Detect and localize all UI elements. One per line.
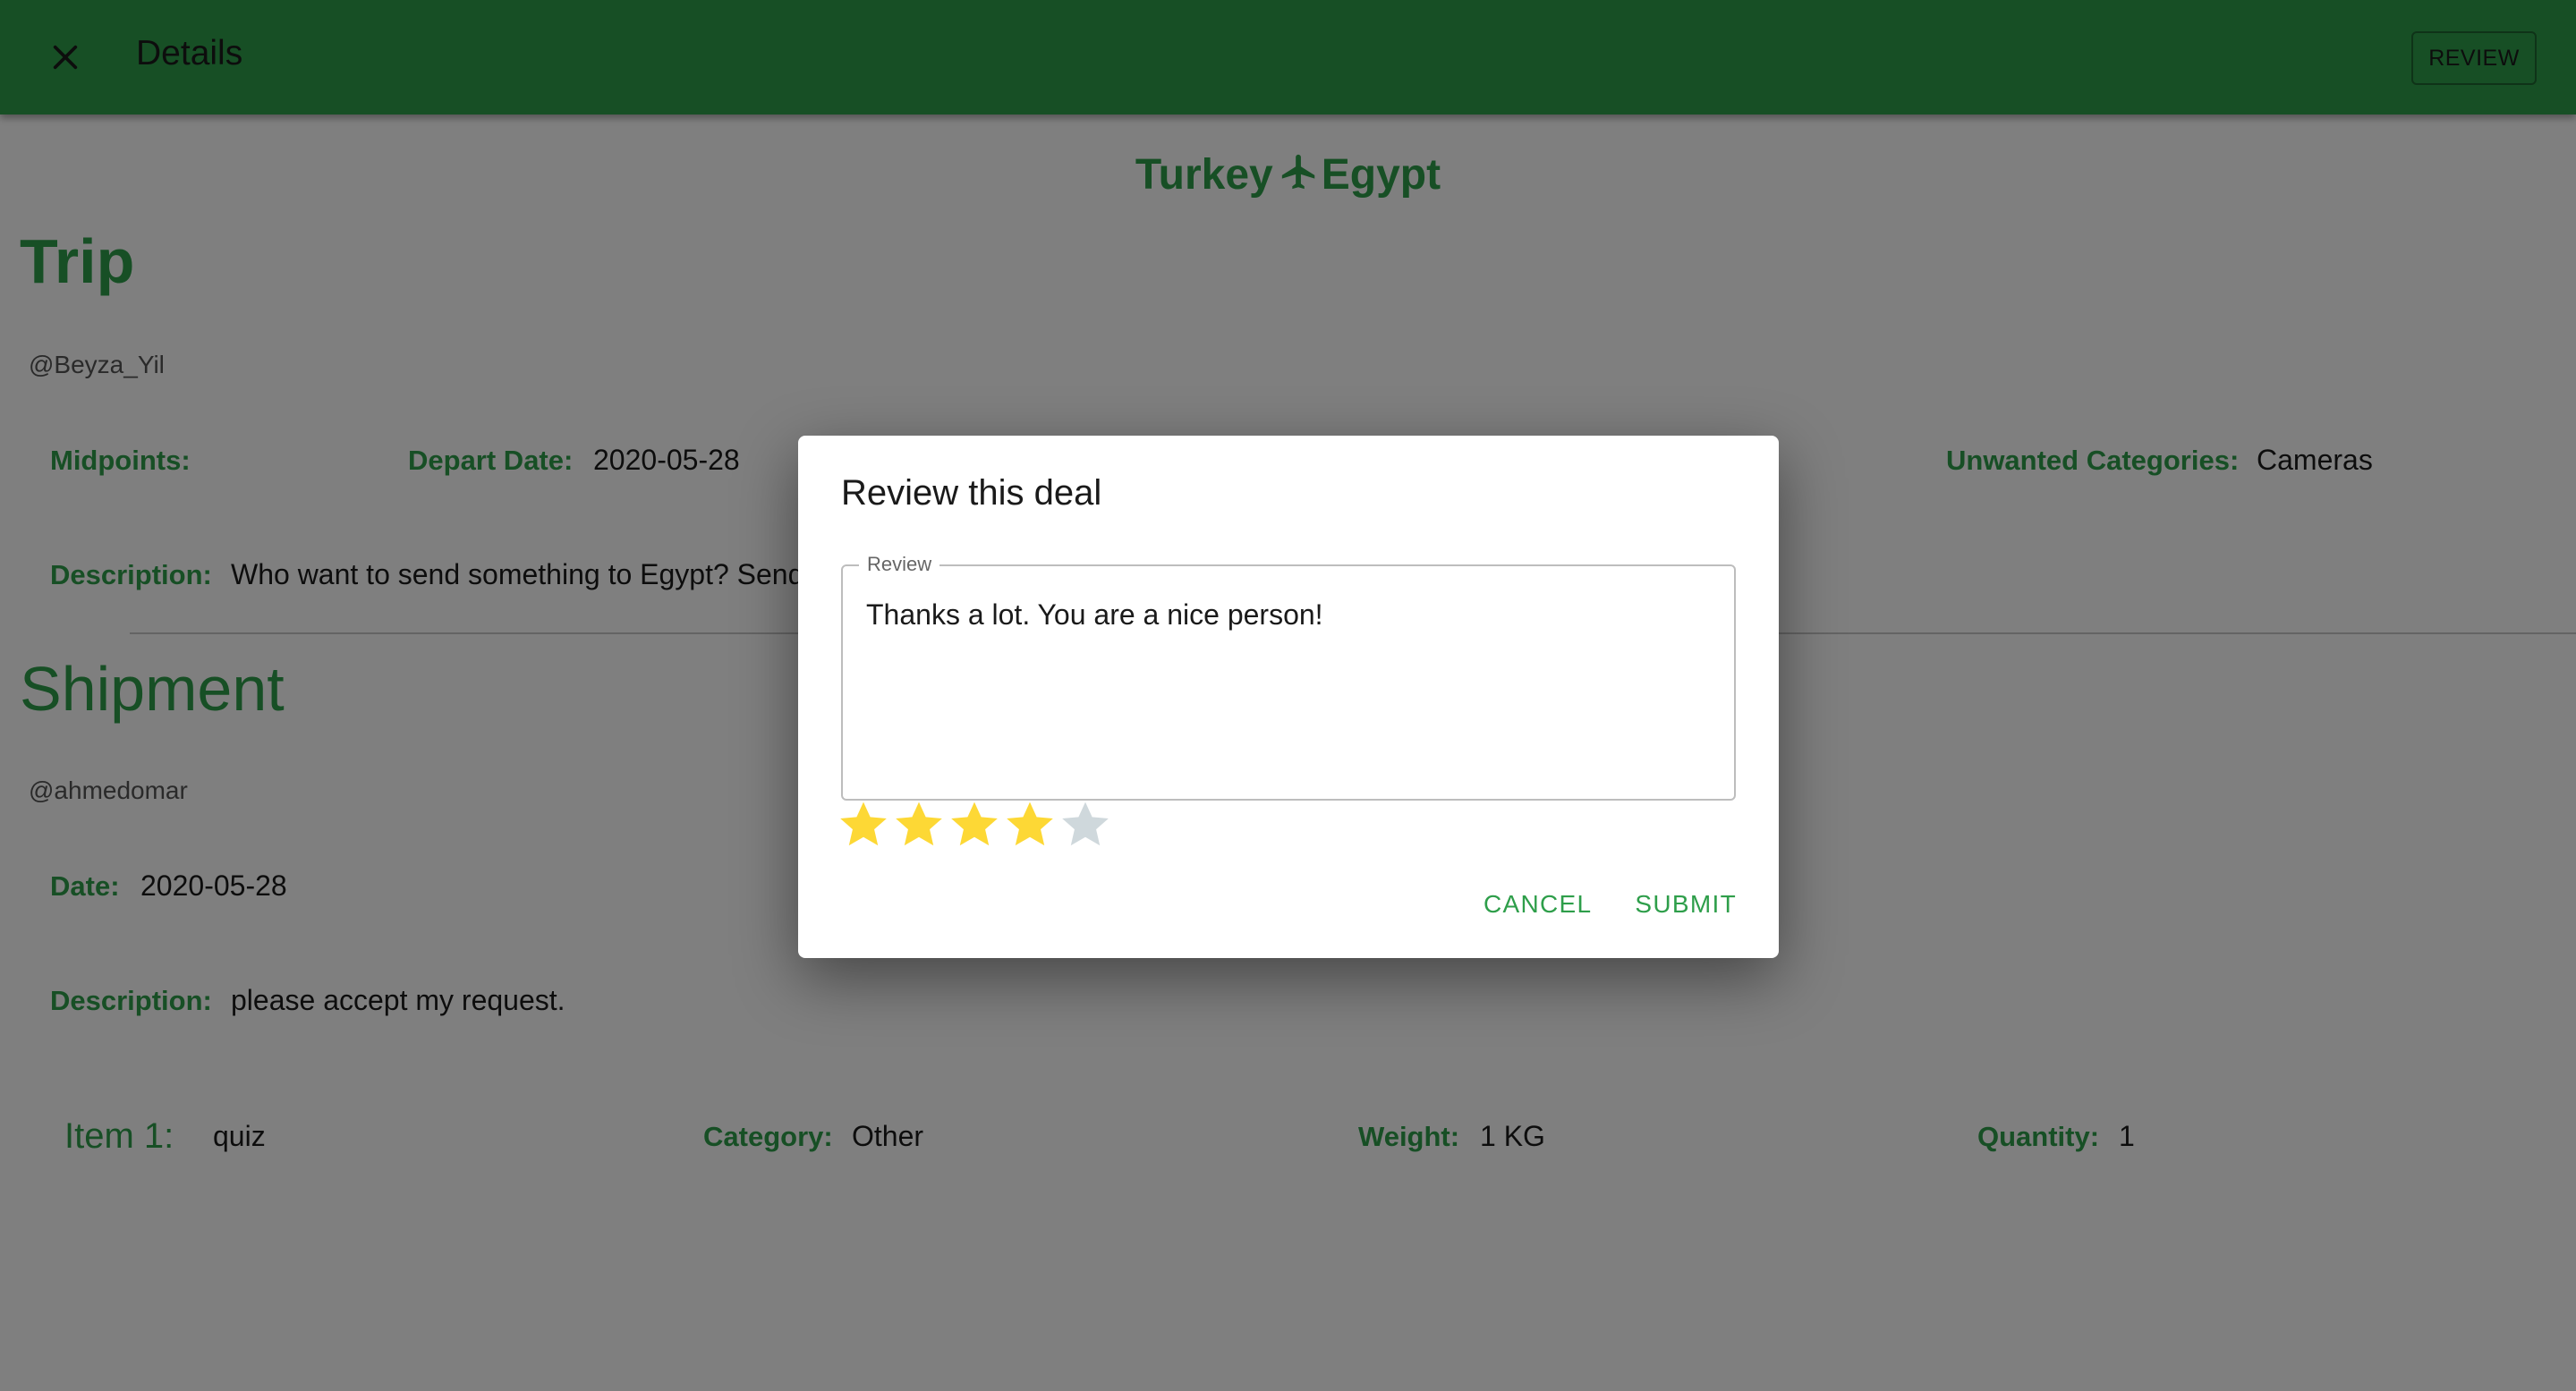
- star-filled-icon[interactable]: [836, 797, 891, 852]
- star-rating: [836, 797, 1113, 852]
- review-dialog: Review this deal Review Thanks a lot. Yo…: [798, 436, 1779, 958]
- review-textarea[interactable]: Thanks a lot. You are a nice person!: [866, 597, 1707, 776]
- dialog-actions: CANCEL SUBMIT: [1456, 883, 1752, 926]
- details-page: Details REVIEW TurkeyEgypt Trip @Beyza_Y…: [0, 0, 2576, 1391]
- submit-button[interactable]: SUBMIT: [1620, 883, 1752, 926]
- review-field: Review Thanks a lot. You are a nice pers…: [841, 553, 1736, 801]
- star-empty-icon[interactable]: [1058, 797, 1113, 852]
- star-filled-icon[interactable]: [947, 797, 1002, 852]
- dialog-title: Review this deal: [841, 473, 1102, 513]
- star-filled-icon[interactable]: [891, 797, 947, 852]
- review-field-label: Review: [859, 553, 940, 576]
- star-filled-icon[interactable]: [1002, 797, 1058, 852]
- cancel-button[interactable]: CANCEL: [1468, 883, 1607, 926]
